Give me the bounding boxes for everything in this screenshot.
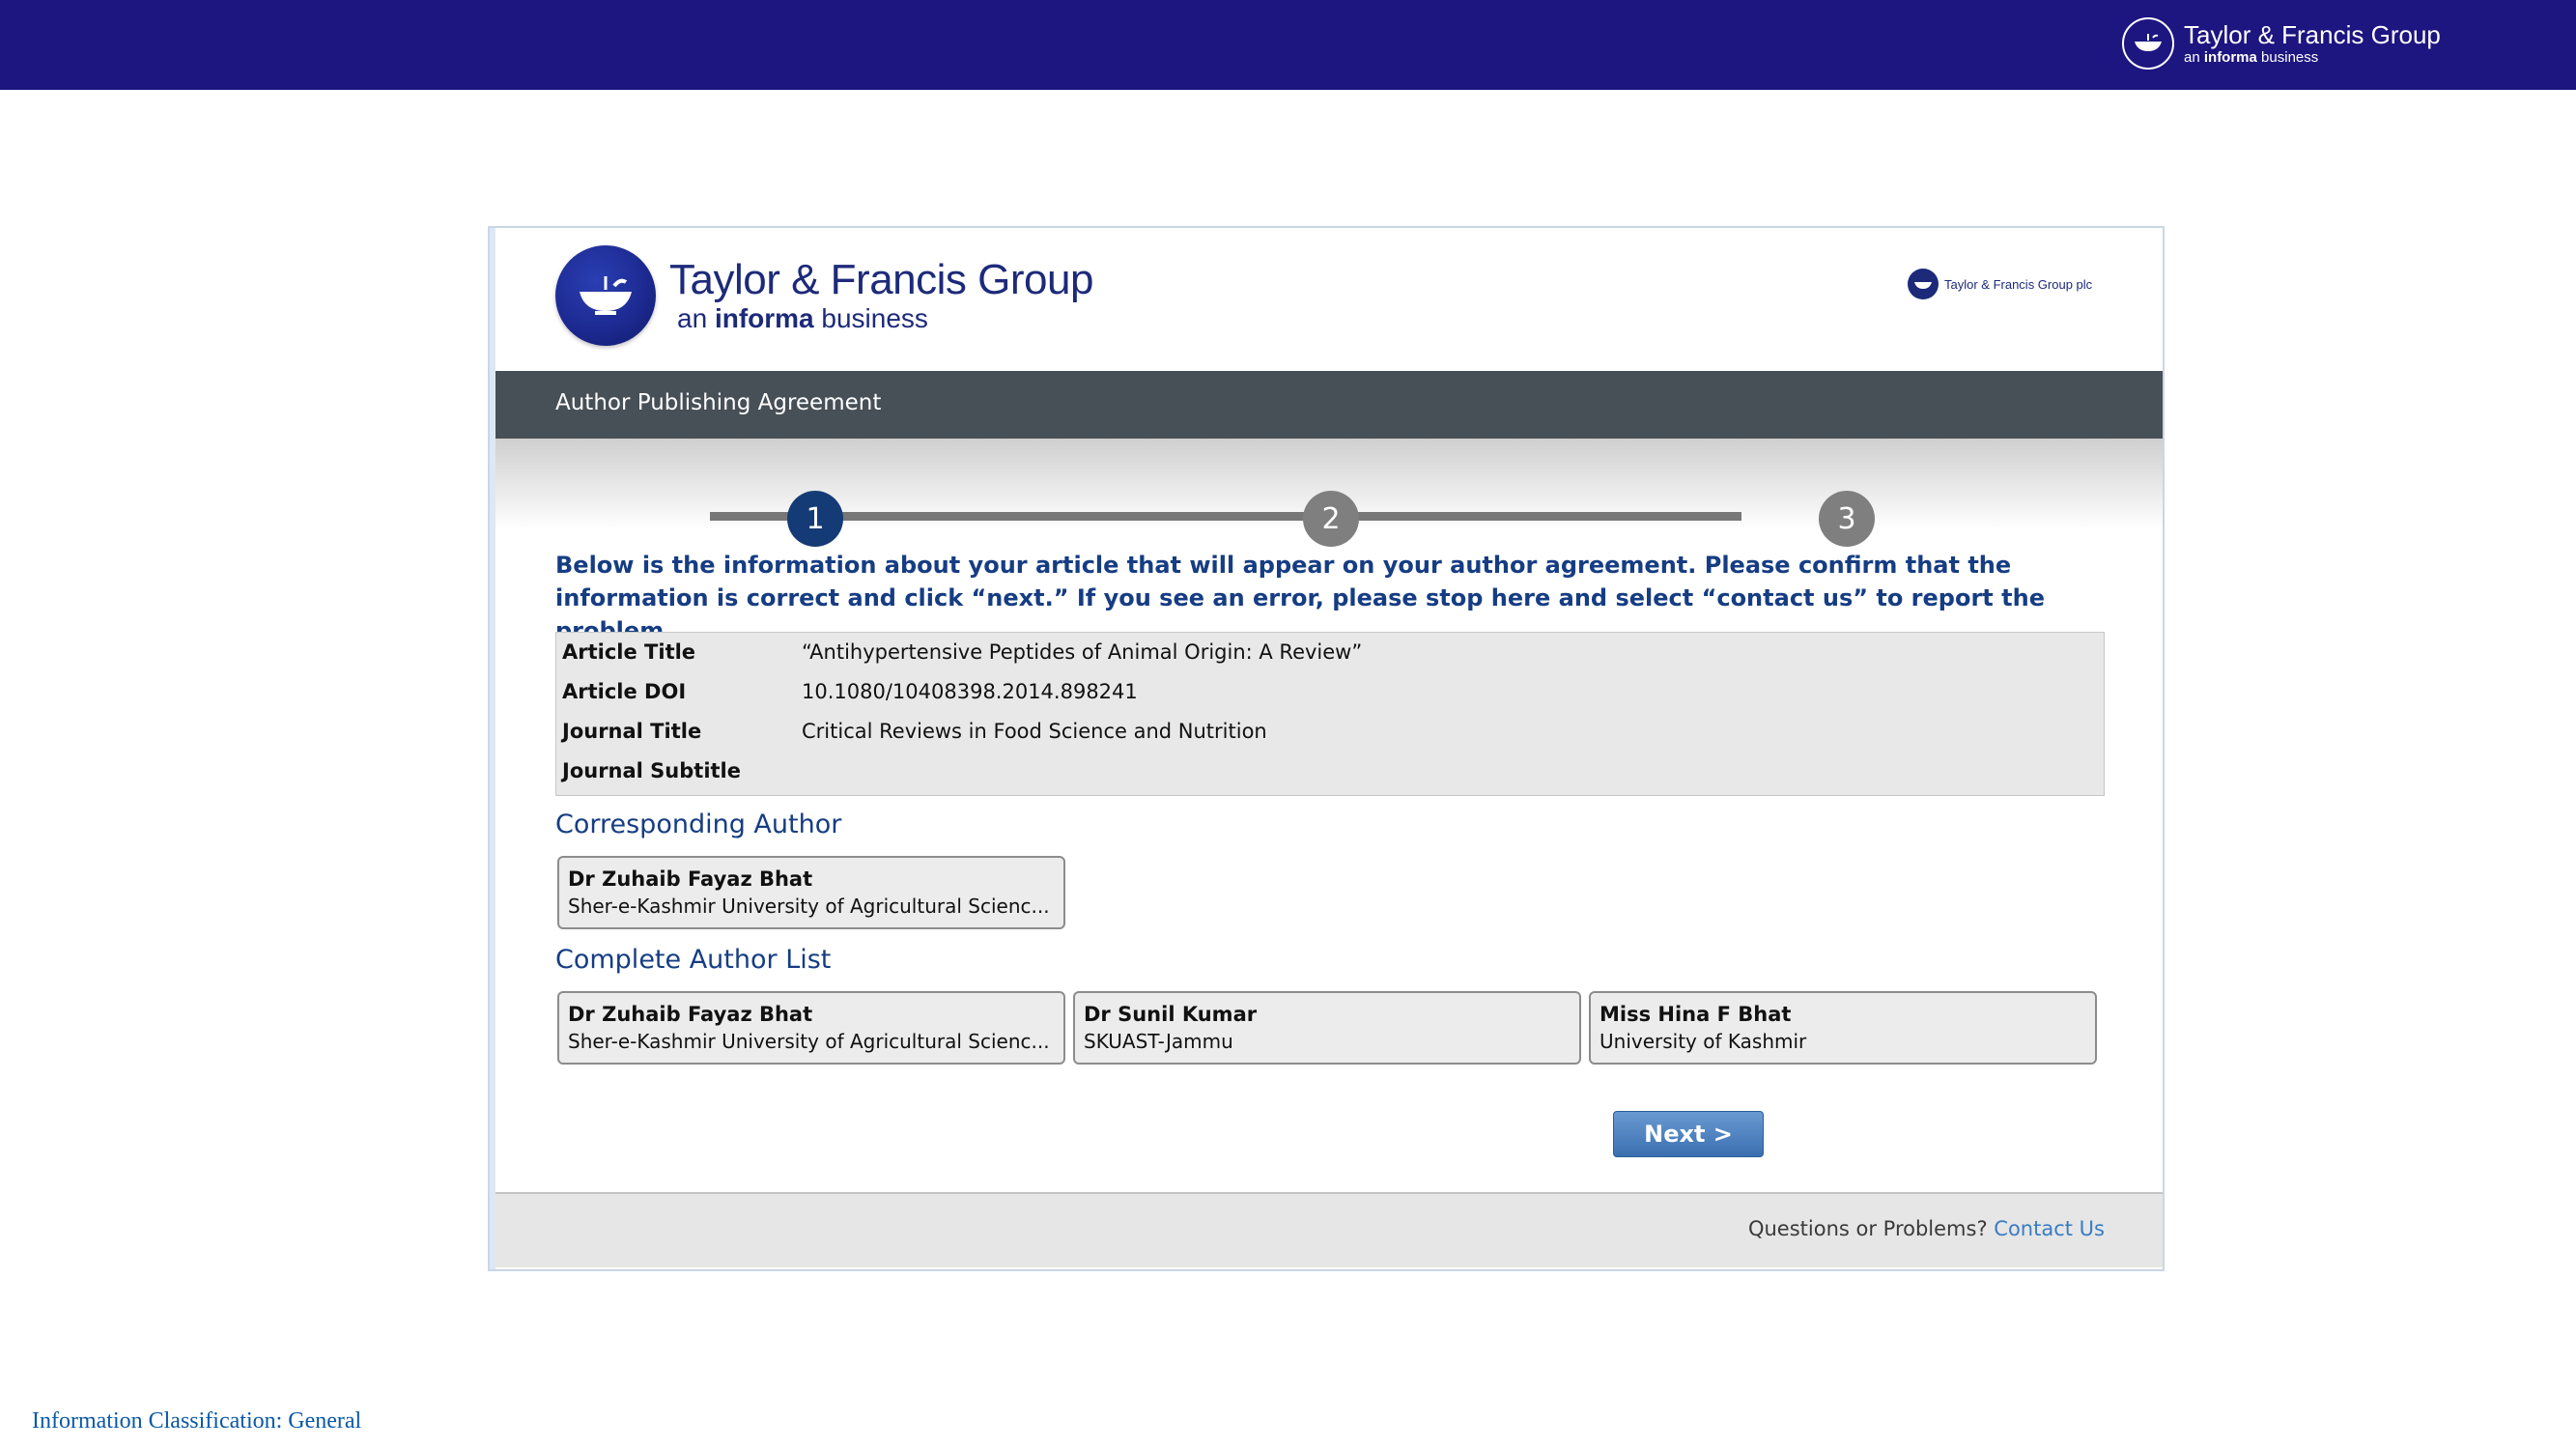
agreement-panel: Taylor & Francis Group an informa busine… bbox=[488, 226, 2165, 1271]
corresponding-author-card: Dr Zuhaib Fayaz Bhat Sher-e-Kashmir Univ… bbox=[557, 856, 1065, 929]
info-label: Journal Subtitle bbox=[562, 759, 742, 782]
step-1: 1 bbox=[787, 491, 843, 547]
top-banner-logo: Taylor & Francis Group an informa busine… bbox=[2122, 17, 2441, 70]
contact-us-link[interactable]: Contact Us bbox=[1994, 1217, 2105, 1240]
lamp-logo-icon bbox=[555, 245, 656, 346]
brand-logo: Taylor & Francis Group an informa busine… bbox=[555, 245, 1093, 346]
author-card: Dr Sunil Kumar SKUAST-Jammu bbox=[1073, 991, 1581, 1065]
author-affiliation: Sher-e-Kashmir University of Agricultura… bbox=[568, 1030, 1050, 1053]
info-value: Critical Reviews in Food Science and Nut… bbox=[802, 720, 1267, 743]
small-brand-logo: Taylor & Francis Group plc bbox=[1908, 269, 2092, 299]
author-name: Dr Zuhaib Fayaz Bhat bbox=[568, 1003, 813, 1026]
next-button[interactable]: Next > bbox=[1613, 1111, 1764, 1157]
small-brand-text: Taylor & Francis Group plc bbox=[1944, 276, 2093, 292]
info-value: 10.1080/10408398.2014.898241 bbox=[802, 680, 1138, 703]
top-banner: Taylor & Francis Group an informa busine… bbox=[0, 0, 2576, 90]
author-card: Miss Hina F Bhat University of Kashmir bbox=[1589, 991, 2097, 1065]
information-classification: Information Classification: General bbox=[32, 1408, 362, 1434]
author-affiliation: Sher-e-Kashmir University of Agricultura… bbox=[568, 895, 1050, 918]
info-value: “Antihypertensive Peptides of Animal Ori… bbox=[802, 640, 1363, 664]
brand-title: Taylor & Francis Group bbox=[669, 256, 1093, 303]
step-2: 2 bbox=[1303, 491, 1359, 547]
footer-help-text: Questions or Problems? Contact Us bbox=[1748, 1217, 2105, 1240]
info-label: Journal Title bbox=[562, 720, 702, 743]
lamp-logo-icon bbox=[2122, 17, 2174, 70]
author-list-heading: Complete Author List bbox=[555, 945, 832, 975]
corresponding-author-heading: Corresponding Author bbox=[555, 810, 842, 839]
top-banner-logo-subtitle: an informa business bbox=[2184, 49, 2319, 66]
info-label: Article Title bbox=[562, 640, 696, 664]
author-affiliation: University of Kashmir bbox=[1599, 1030, 1807, 1053]
progress-stepper: 1 2 3 bbox=[495, 439, 2163, 547]
footer-question: Questions or Problems? bbox=[1747, 1217, 1988, 1240]
footer-bar: Questions or Problems? Contact Us bbox=[495, 1192, 2163, 1267]
author-name: Miss Hina F Bhat bbox=[1599, 1003, 1792, 1026]
top-banner-logo-title: Taylor & Francis Group bbox=[2184, 20, 2441, 49]
author-card: Dr Zuhaib Fayaz Bhat Sher-e-Kashmir Univ… bbox=[557, 991, 1065, 1065]
brand-subtitle: an informa business bbox=[677, 303, 928, 333]
info-label: Article DOI bbox=[562, 680, 687, 703]
section-title: Author Publishing Agreement bbox=[555, 390, 882, 415]
step-3: 3 bbox=[1819, 491, 1875, 547]
section-title-bar: Author Publishing Agreement bbox=[495, 371, 2163, 439]
article-info-box: Article Title “Antihypertensive Peptides… bbox=[555, 632, 2105, 796]
author-name: Dr Zuhaib Fayaz Bhat bbox=[568, 867, 813, 891]
lamp-logo-icon bbox=[1908, 269, 1939, 299]
author-affiliation: SKUAST-Jammu bbox=[1084, 1030, 1233, 1053]
author-name: Dr Sunil Kumar bbox=[1084, 1003, 1258, 1026]
